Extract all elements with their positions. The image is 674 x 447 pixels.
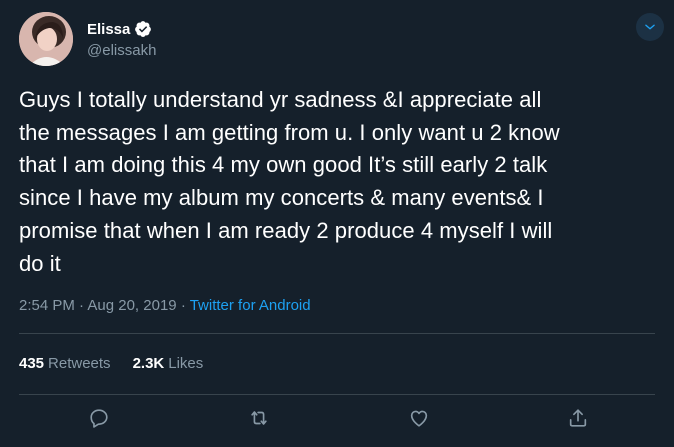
author-display-name[interactable]: Elissa: [87, 21, 130, 38]
retweet-button[interactable]: [245, 404, 273, 432]
divider-bottom: [19, 394, 655, 395]
likes-stat[interactable]: 2.3K Likes: [133, 355, 204, 372]
reply-icon: [90, 409, 108, 428]
divider-top: [19, 333, 655, 334]
tweet-source-link[interactable]: Twitter for Android: [190, 297, 311, 314]
meta-separator: ·: [79, 297, 85, 314]
like-button[interactable]: [405, 404, 433, 432]
tweet-meta: 2:54 PM · Aug 20, 2019 · Twitter for And…: [19, 297, 311, 314]
retweet-icon: [251, 411, 267, 425]
meta-separator-2: ·: [180, 297, 186, 314]
author-handle[interactable]: @elissakh: [87, 42, 156, 59]
tweet-actions: [0, 404, 674, 432]
verified-badge-icon: [134, 20, 152, 38]
chevron-down-icon: [645, 24, 655, 30]
retweets-stat[interactable]: 435 Retweets: [19, 355, 111, 372]
tweet-stats: 435 Retweets 2.3K Likes: [19, 355, 203, 372]
retweets-label: Retweets: [48, 355, 111, 372]
author-name-row: Elissa: [87, 20, 152, 38]
avatar[interactable]: [19, 12, 73, 66]
like-icon: [410, 410, 428, 427]
likes-count: 2.3K: [132, 355, 165, 372]
tweet-date[interactable]: Aug 20, 2019: [87, 297, 176, 314]
likes-label: Likes: [168, 355, 204, 372]
share-button[interactable]: [564, 404, 592, 432]
avatar-image: [19, 12, 73, 66]
tweet-time[interactable]: 2:54 PM: [19, 297, 75, 314]
tweet-card: Elissa @elissakh Guys I totally understa…: [0, 0, 674, 447]
more-options-button[interactable]: [636, 13, 664, 41]
share-icon: [569, 409, 587, 427]
retweets-count: 435: [19, 355, 45, 372]
tweet-text: Guys I totally understand yr sadness &I …: [19, 87, 560, 276]
reply-button[interactable]: [85, 404, 113, 432]
